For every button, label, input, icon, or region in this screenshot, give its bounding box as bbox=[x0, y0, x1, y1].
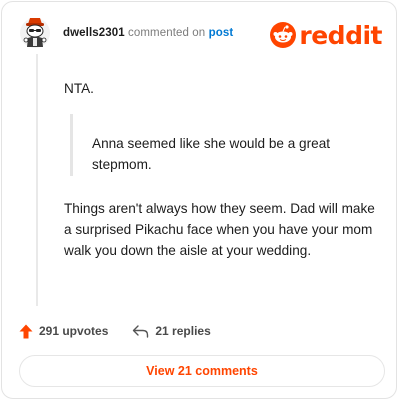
thread-line[interactable] bbox=[36, 54, 38, 306]
view-comments-button[interactable]: View 21 comments bbox=[19, 355, 385, 387]
username-link[interactable]: dwells2301 bbox=[63, 27, 125, 39]
comment-header: dwells2301 commented on post reddit bbox=[19, 14, 382, 54]
upvote-button[interactable]: 291 upvotes bbox=[19, 324, 108, 339]
comment-card: dwells2301 commented on post reddit NTA.… bbox=[1, 1, 397, 399]
comment-body: NTA. bbox=[64, 78, 384, 99]
comment-paragraph-1: NTA. bbox=[64, 81, 94, 96]
comment-actions: 291 upvotes 21 replies bbox=[19, 320, 235, 342]
replies-button[interactable]: 21 replies bbox=[132, 324, 211, 338]
reddit-logo[interactable]: reddit bbox=[270, 21, 382, 49]
upvote-count: 291 upvotes bbox=[39, 324, 109, 338]
quote-line-2: stepmom. bbox=[92, 157, 152, 172]
reddit-logo-icon bbox=[270, 22, 297, 48]
post-link[interactable]: post bbox=[209, 27, 234, 39]
reply-arrow-icon bbox=[133, 324, 149, 338]
commented-on-label: commented on bbox=[128, 27, 206, 39]
blockquote: Anna seemed like she would be a great st… bbox=[70, 114, 370, 176]
snoo-avatar-icon[interactable] bbox=[19, 14, 51, 50]
reddit-wordmark: reddit bbox=[299, 20, 382, 50]
comment-meta: dwells2301 commented on post bbox=[63, 27, 233, 39]
upvote-arrow-icon bbox=[19, 324, 33, 338]
comment-paragraph-2: Things aren't always how they seem. Dad … bbox=[64, 201, 375, 258]
reply-count: 21 replies bbox=[155, 324, 211, 338]
quote-line-1: Anna seemed like she would be a great bbox=[92, 136, 331, 151]
